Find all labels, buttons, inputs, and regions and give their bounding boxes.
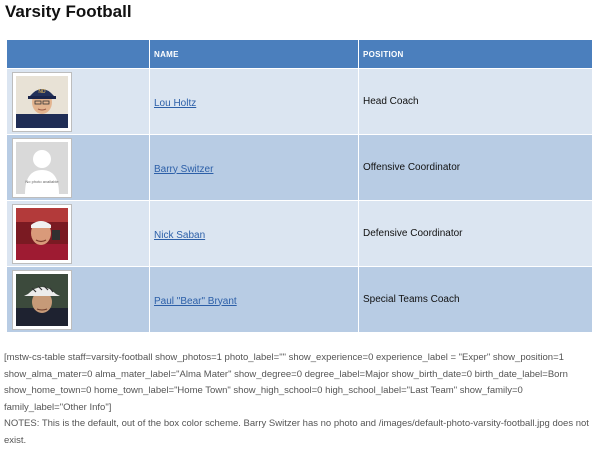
photo-column-header — [6, 39, 150, 69]
name-cell: Paul "Bear" Bryant — [149, 266, 359, 333]
position-cell: Special Teams Coach — [358, 266, 593, 333]
coach-photo[interactable]: ND — [12, 71, 72, 132]
no-photo-placeholder[interactable]: No photo available — [12, 137, 72, 198]
photo-cell — [6, 266, 150, 333]
table-row: Paul "Bear" Bryant Special Teams Coach — [6, 266, 593, 333]
table-row: Nick Saban Defensive Coordinator — [6, 200, 593, 267]
staff-name-link[interactable]: Paul "Bear" Bryant — [154, 296, 237, 307]
position-column-header: POSITION — [358, 39, 593, 69]
page: Varsity Football NAME POSITION ND Lou Ho… — [0, 0, 600, 451]
name-cell: Barry Switzer — [149, 134, 359, 201]
svg-text:ND: ND — [38, 89, 46, 95]
page-title: Varsity Football — [5, 2, 132, 21]
name-column-header: NAME — [149, 39, 359, 69]
photo-cell: ND — [6, 68, 150, 135]
silhouette-icon: No photo available — [16, 141, 68, 194]
table-row: No photo available Barry Switzer Offensi… — [6, 134, 593, 201]
shortcode-notes: [mstw-cs-table staff=varsity-football sh… — [4, 350, 594, 449]
name-cell: Lou Holtz — [149, 68, 359, 135]
no-photo-caption: No photo available — [25, 179, 59, 184]
staff-name-link[interactable]: Nick Saban — [154, 230, 205, 241]
photo-cell: No photo available — [6, 134, 150, 201]
coach-portrait-image — [16, 273, 68, 326]
staff-name-link[interactable]: Barry Switzer — [154, 164, 213, 175]
table-header-row: NAME POSITION — [6, 39, 593, 69]
staff-name-link[interactable]: Lou Holtz — [154, 98, 196, 109]
coach-portrait-image: ND — [16, 75, 68, 128]
coach-portrait-image — [16, 207, 68, 260]
position-cell: Defensive Coordinator — [358, 200, 593, 267]
notes-text: NOTES: This is the default, out of the b… — [4, 418, 589, 446]
coach-photo[interactable] — [12, 269, 72, 330]
staff-table: NAME POSITION ND Lou Holtz Head Coach No… — [6, 39, 593, 333]
table-row: ND Lou Holtz Head Coach — [6, 68, 593, 135]
shortcode-text: [mstw-cs-table staff=varsity-football sh… — [4, 352, 568, 413]
position-cell: Offensive Coordinator — [358, 134, 593, 201]
position-cell: Head Coach — [358, 68, 593, 135]
photo-cell — [6, 200, 150, 267]
coach-photo[interactable] — [12, 203, 72, 264]
name-cell: Nick Saban — [149, 200, 359, 267]
